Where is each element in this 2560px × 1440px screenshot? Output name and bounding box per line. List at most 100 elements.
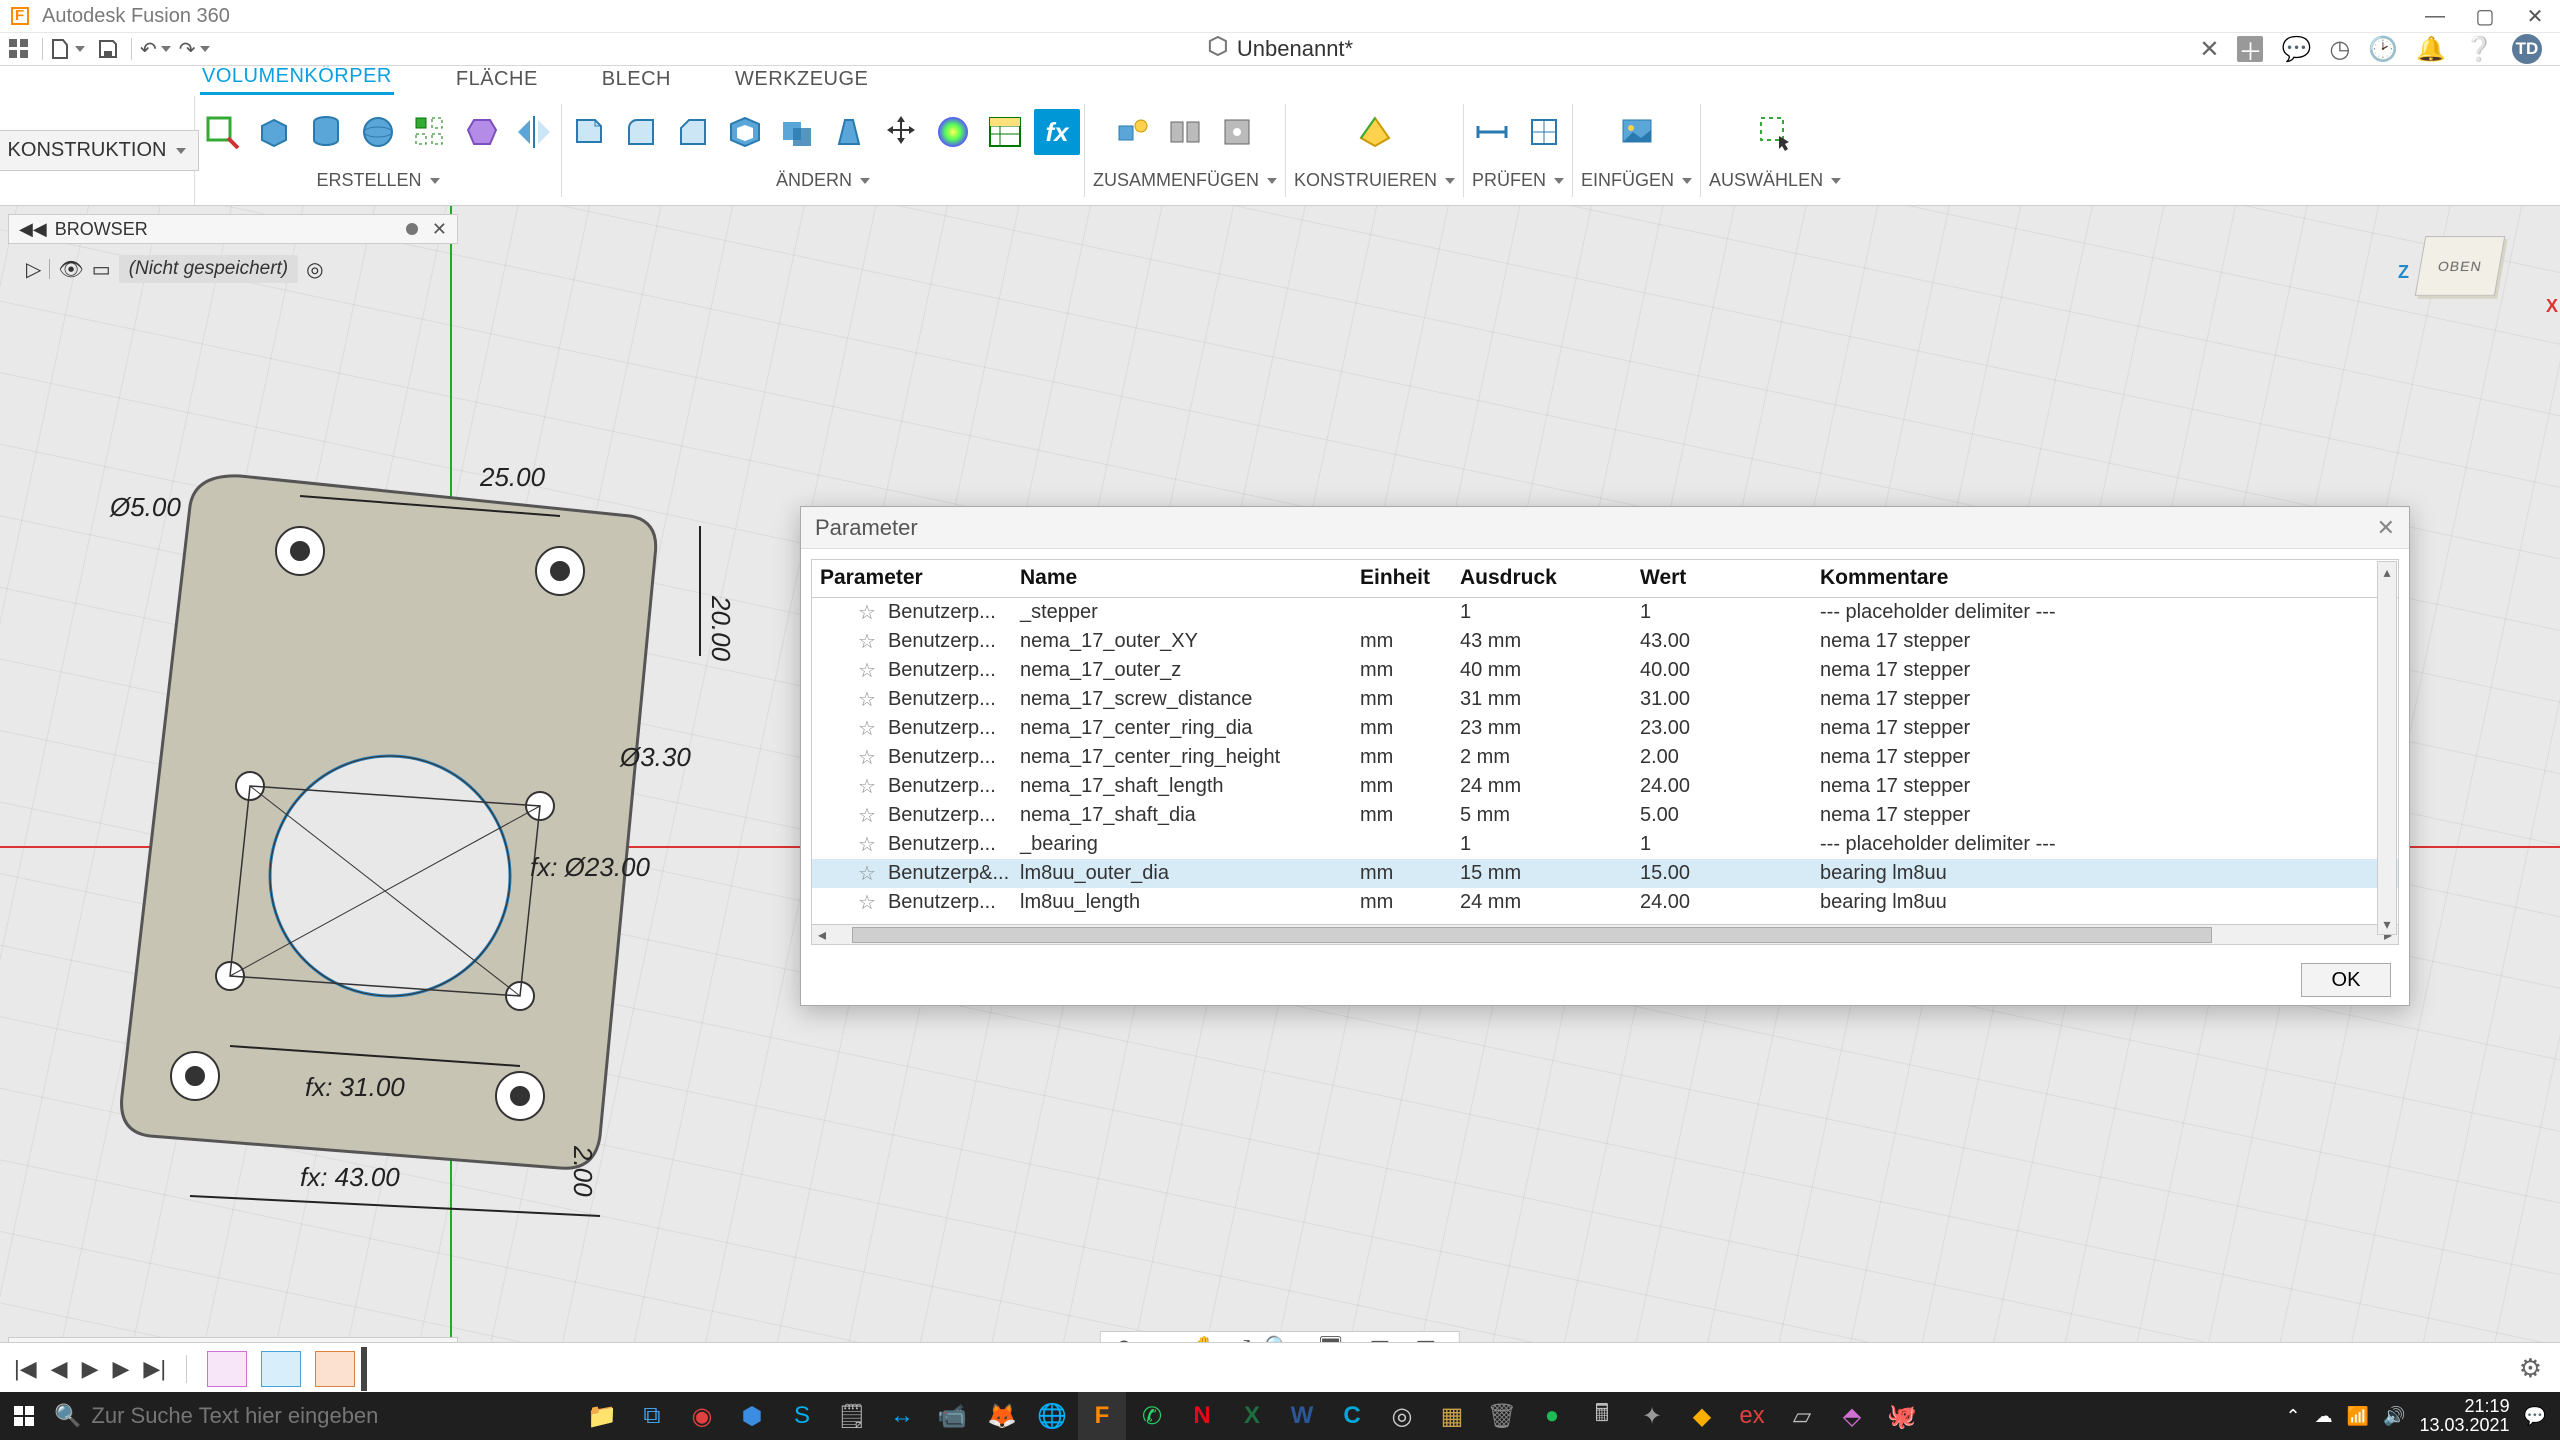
shell-icon[interactable] <box>722 109 768 155</box>
app-trash[interactable]: 🗑 <box>1478 1392 1526 1440</box>
app-whatsapp[interactable]: ✆ <box>1128 1392 1176 1440</box>
timeline-settings-icon[interactable]: ⚙ <box>2519 1353 2542 1384</box>
table-row[interactable]: Benutzerp...lm8uu_lengthmm24 mm24.00bear… <box>812 888 2398 917</box>
avatar[interactable]: TD <box>2512 34 2542 64</box>
group-label-pruefen[interactable]: PRÜFEN <box>1468 164 1568 197</box>
tray-notifications-icon[interactable]: 💬 <box>2524 1406 2546 1427</box>
window-close-button[interactable]: ✕ <box>2510 0 2560 33</box>
app-excel[interactable]: X <box>1228 1392 1276 1440</box>
col-kommentare[interactable]: Kommentare <box>1812 560 2374 597</box>
asbuilt-joint-icon[interactable] <box>1162 109 1208 155</box>
window-minimize-button[interactable]: — <box>2410 0 2460 33</box>
dialog-close-button[interactable]: ✕ <box>2377 515 2395 541</box>
table-row[interactable]: Benutzerp...nema_17_outer_zmm40 mm40.00n… <box>812 656 2398 685</box>
combine-icon[interactable] <box>774 109 820 155</box>
timeline-feature-1[interactable] <box>207 1351 247 1387</box>
presspull-icon[interactable] <box>566 109 612 155</box>
table-row[interactable]: Benutzerp...nema_17_center_ring_heightmm… <box>812 743 2398 772</box>
browser-root-row[interactable]: ▷ 👁 ▭ (Nicht gespeichert) ◎ <box>8 252 458 286</box>
redo-button[interactable]: ↷ <box>179 34 210 64</box>
app-misc4[interactable]: ▱ <box>1778 1392 1826 1440</box>
app-wot[interactable]: ✦ <box>1628 1392 1676 1440</box>
tray-expand-icon[interactable]: ⌃ <box>2286 1406 2301 1427</box>
mirror-icon[interactable] <box>511 109 557 155</box>
app-notes[interactable]: 🗒 <box>828 1392 876 1440</box>
timeline-next-button[interactable]: ▶ <box>112 1356 129 1382</box>
table-row[interactable]: Benutzerp..._stepper11--- placeholder de… <box>812 598 2398 627</box>
pattern-icon[interactable] <box>407 109 453 155</box>
app-cura[interactable]: C <box>1328 1392 1376 1440</box>
canvas[interactable]: ◀◀ BROWSER ✕ ▷ 👁 ▭ (Nicht gespeichert) ◎ <box>0 206 2560 1375</box>
sphere-icon[interactable] <box>355 109 401 155</box>
group-label-konstruieren[interactable]: KONSTRUIEREN <box>1290 164 1459 197</box>
col-ausdruck[interactable]: Ausdruck <box>1452 560 1632 597</box>
app-misc3[interactable]: ex <box>1728 1392 1776 1440</box>
chamfer-icon[interactable] <box>670 109 716 155</box>
table-row[interactable]: Benutzerp...nema_17_outer_XYmm43 mm43.00… <box>812 627 2398 656</box>
table-row[interactable]: Benutzerp...nema_17_screw_distancemm31 m… <box>812 685 2398 714</box>
app-zoom[interactable]: 📹 <box>928 1392 976 1440</box>
app-fusion[interactable]: F <box>1078 1392 1126 1440</box>
tab-blech[interactable]: BLECH <box>600 64 673 95</box>
group-label-aendern[interactable]: ÄNDERN <box>772 164 874 197</box>
fx-icon[interactable]: fx <box>1034 109 1080 155</box>
tab-volumenkoerper[interactable]: VOLUMENKÖRPER <box>200 61 394 95</box>
group-label-einfuegen[interactable]: EINFÜGEN <box>1577 164 1696 197</box>
horizontal-scrollbar[interactable]: ◂▸ <box>812 924 2398 944</box>
ok-button[interactable]: OK <box>2301 963 2391 997</box>
viewcube[interactable]: OBEN X Z <box>2420 236 2530 326</box>
col-name[interactable]: Name <box>1012 560 1352 597</box>
taskbar-clock[interactable]: 21:19 13.03.2021 <box>2419 1397 2509 1435</box>
browser-close-icon[interactable]: ✕ <box>432 219 447 240</box>
help-icon[interactable]: ❔ <box>2464 35 2494 64</box>
timeline-end-button[interactable]: ▶| <box>143 1356 166 1382</box>
table-row[interactable]: Benutzerp...nema_17_shaft_diamm5 mm5.00n… <box>812 801 2398 830</box>
app-word[interactable]: W <box>1278 1392 1326 1440</box>
group-label-erstellen[interactable]: ERSTELLEN <box>312 164 443 197</box>
col-einheit[interactable]: Einheit <box>1352 560 1452 597</box>
app-netflix[interactable]: N <box>1178 1392 1226 1440</box>
workspace-dropdown[interactable]: KONSTRUKTION <box>0 130 199 171</box>
col-wert[interactable]: Wert <box>1632 560 1812 597</box>
window-restore-button[interactable]: ▢ <box>2460 0 2510 33</box>
app-spotify[interactable]: ● <box>1528 1392 1576 1440</box>
tray-volume-icon[interactable]: 🔊 <box>2383 1406 2405 1427</box>
app-misc5[interactable]: ⬘ <box>1828 1392 1876 1440</box>
group-label-auswaehlen[interactable]: AUSWÄHLEN <box>1705 164 1845 197</box>
app-calc[interactable]: 🖩 <box>1578 1392 1626 1440</box>
eye-icon[interactable]: 👁 <box>58 257 83 282</box>
collapse-icon[interactable]: ◀◀ <box>19 219 47 240</box>
table-row[interactable]: Benutzerp...nema_17_center_ring_diamm23 … <box>812 714 2398 743</box>
extensions-icon[interactable]: ◷ <box>2329 35 2350 64</box>
tray-wifi-icon[interactable]: 📶 <box>2347 1406 2369 1427</box>
start-button[interactable] <box>0 1392 48 1440</box>
timeline-feature-2[interactable] <box>261 1351 301 1387</box>
group-label-zusammenfuegen[interactable]: ZUSAMMENFÜGEN <box>1089 164 1281 197</box>
select-icon[interactable] <box>1752 109 1798 155</box>
cylinder-icon[interactable] <box>303 109 349 155</box>
undo-button[interactable]: ↶ <box>140 34 171 64</box>
fillet-icon[interactable] <box>618 109 664 155</box>
section-icon[interactable] <box>1521 109 1567 155</box>
close-tab-button[interactable]: ✕ <box>2199 35 2219 64</box>
app-3d[interactable]: ⬢ <box>728 1392 776 1440</box>
joint-icon[interactable] <box>1110 109 1156 155</box>
move-icon[interactable] <box>878 109 924 155</box>
table-row[interactable]: Benutzerp&...lm8uu_outer_diamm15 mm15.00… <box>812 859 2398 888</box>
search-input[interactable] <box>91 1403 511 1429</box>
table-row[interactable]: Benutzerp..._bearing11--- placeholder de… <box>812 830 2398 859</box>
taskbar-search[interactable]: 🔍 <box>48 1392 548 1440</box>
expand-icon[interactable]: ▷ <box>26 257 41 282</box>
app-teamviewer[interactable]: ↔ <box>878 1392 926 1440</box>
jobs-icon[interactable]: 🕑 <box>2368 35 2398 64</box>
timeline-prev-button[interactable]: ◀ <box>51 1356 68 1382</box>
comments-icon[interactable]: 💬 <box>2281 35 2311 64</box>
box-icon[interactable] <box>251 109 297 155</box>
app-misc2[interactable]: ◆ <box>1678 1392 1726 1440</box>
app-obs[interactable]: ◎ <box>1378 1392 1426 1440</box>
browser-header[interactable]: ◀◀ BROWSER ✕ <box>8 214 458 244</box>
app-vscode[interactable]: ⧉ <box>628 1392 676 1440</box>
parameters-icon[interactable] <box>982 109 1028 155</box>
tray-cloud-icon[interactable]: ☁ <box>2315 1406 2333 1427</box>
app-misc1[interactable]: ▦ <box>1428 1392 1476 1440</box>
